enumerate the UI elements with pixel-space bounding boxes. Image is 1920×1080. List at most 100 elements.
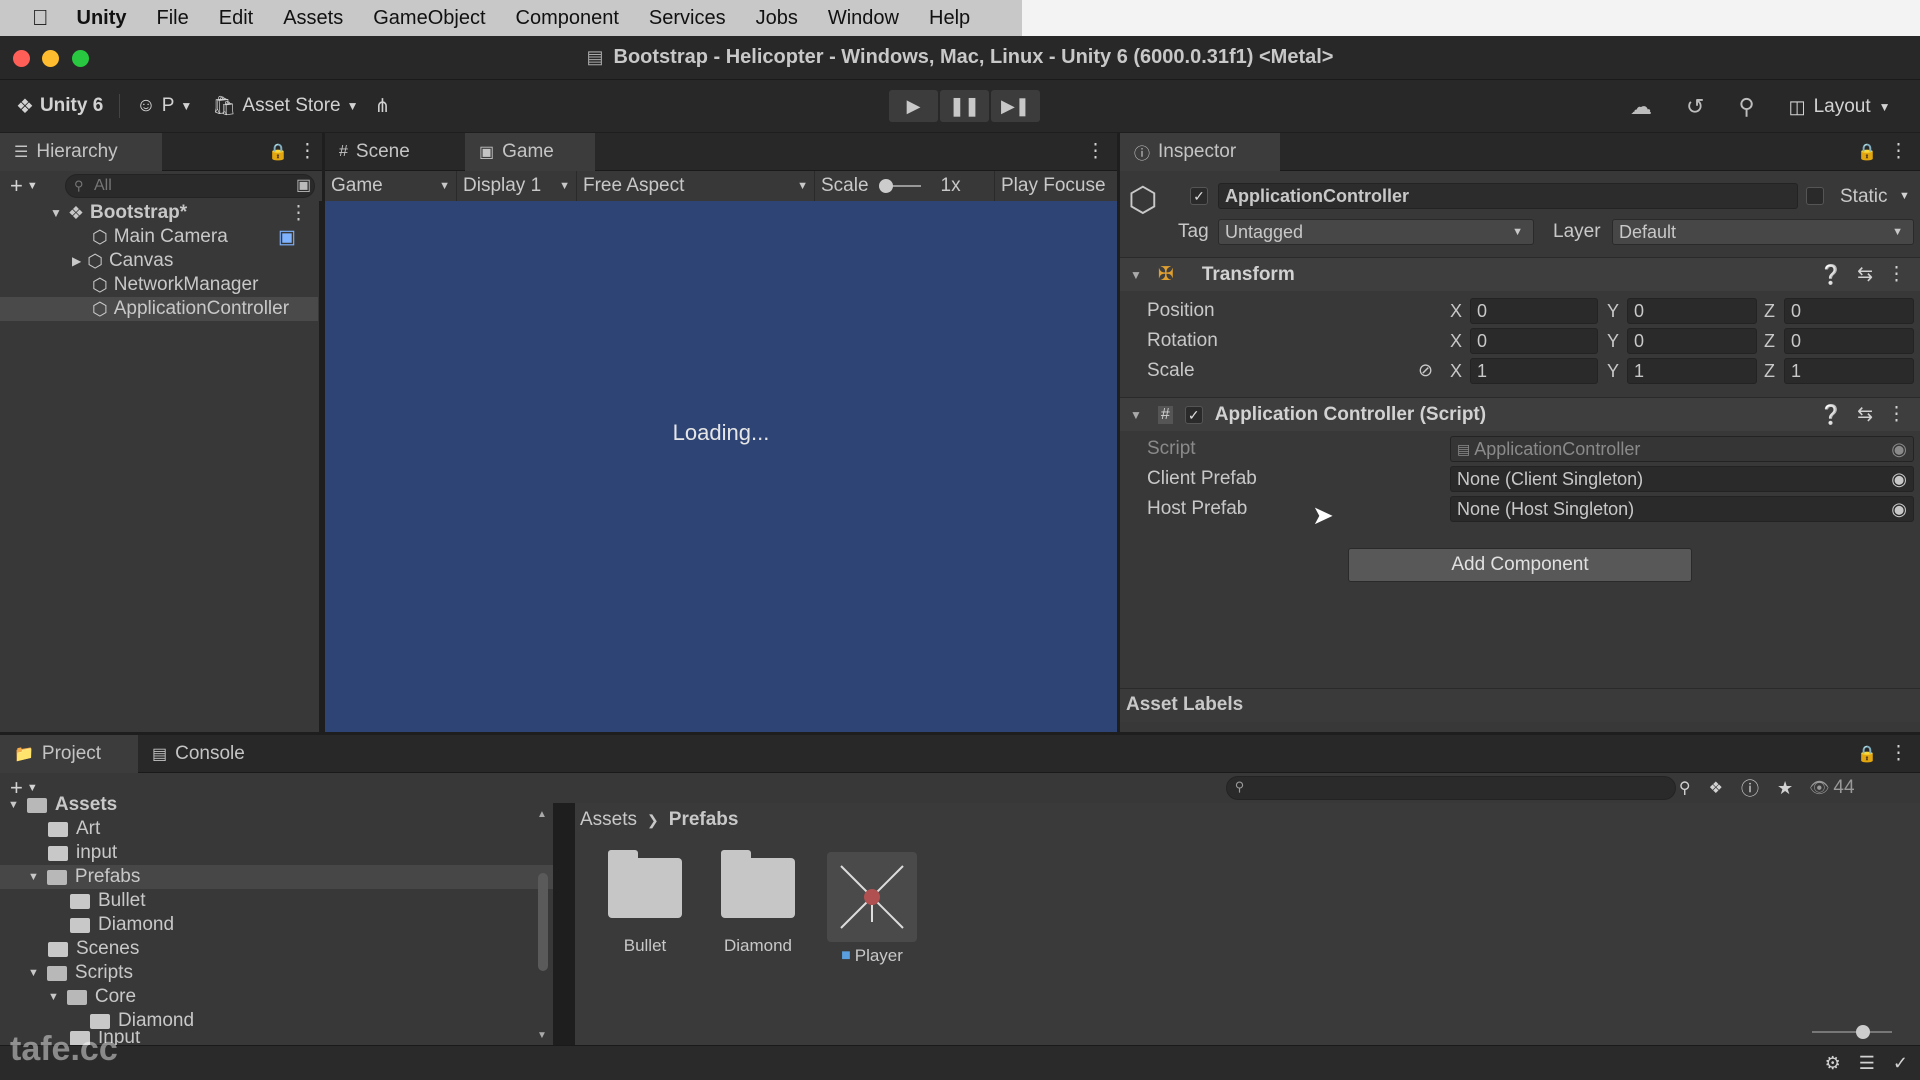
position-y-field[interactable]: 0 [1627,298,1757,324]
lock-icon[interactable]: 🔒 [1857,142,1877,162]
version-control-button[interactable]: ⋔ [367,89,399,123]
tree-item-selected[interactable]: ▼ Prefabs [0,865,553,889]
tree-item[interactable]: Bullet [0,889,553,913]
menu-window[interactable]: Window [828,7,899,30]
constrain-proportions-icon[interactable]: ⊘ [1418,360,1433,381]
debug-mode-icon[interactable]: ⚙ [1825,1053,1841,1074]
slider-handle[interactable] [878,179,893,193]
tree-item[interactable]: Scenes [0,937,553,961]
game-viewport[interactable]: Loading... [325,201,1117,732]
display-dropdown[interactable]: Display 1 ▼ [457,171,577,201]
rotation-x-field[interactable]: 0 [1470,328,1598,354]
asset-size-slider[interactable] [1812,1025,1892,1039]
close-window-button[interactable] [13,50,30,67]
tab-game[interactable]: ▣ Game [465,132,595,171]
position-z-field[interactable]: 0 [1784,298,1914,324]
project-search-input[interactable]: ⚲ [1225,776,1676,800]
client-prefab-field[interactable]: None (Client Singleton) ◉ [1450,466,1914,492]
tab-inspector[interactable]: ⓘ Inspector [1120,132,1280,171]
object-picker-icon[interactable]: ◉ [1891,497,1907,521]
play-button[interactable]: ▶ [889,90,938,122]
hierarchy-item[interactable]: ⬡ NetworkManager [0,273,318,297]
tree-item[interactable]: ▼ Assets [0,793,553,817]
script-component-header[interactable]: ▼ # ✓ Application Controller (Script) ❔ … [1120,397,1920,431]
menu-component[interactable]: Component [516,7,619,30]
help-icon[interactable]: ❔ [1819,263,1843,287]
position-x-field[interactable]: 0 [1470,298,1598,324]
menu-jobs[interactable]: Jobs [756,7,798,30]
kebab-menu-icon[interactable]: ⋮ [289,202,308,225]
history-icon[interactable]: ↺ [1686,94,1704,120]
static-checkbox[interactable] [1806,187,1824,205]
hidden-packages-icon[interactable]: 👁 [1809,778,1829,798]
tab-scene[interactable]: # Scene [325,133,461,171]
add-icon[interactable]: + [10,173,23,199]
help-icon[interactable]: ❔ [1819,403,1843,427]
breadcrumb-assets[interactable]: Assets [580,809,637,831]
lock-icon[interactable]: 🔒 [1857,744,1877,764]
tab-project[interactable]: 📁 Project [0,734,138,773]
presets-icon[interactable]: ⇆ [1857,403,1873,426]
scale-x-field[interactable]: 1 [1470,358,1598,384]
active-checkbox[interactable]: ✓ [1190,187,1208,205]
tab-console[interactable]: ▤ Console [138,735,268,773]
rotation-y-field[interactable]: 0 [1627,328,1757,354]
scrollbar-thumb[interactable] [538,873,548,971]
tag-dropdown[interactable]: Untagged ▼ [1218,219,1534,245]
object-name-field[interactable]: ApplicationController [1218,183,1798,209]
asset-store-dropdown[interactable]: 🛍 Asset Store ▼ [204,89,366,123]
scroll-down-icon[interactable]: ▼ [537,1030,547,1041]
chevron-right-icon[interactable]: ▶ [72,254,81,268]
filter-type-icon[interactable]: ⚲ [1679,778,1691,798]
menu-edit[interactable]: Edit [219,7,253,30]
chevron-down-icon[interactable]: ▼ [27,180,38,192]
view-mode-dropdown[interactable]: Game ▼ [325,171,457,201]
minimize-window-button[interactable] [42,50,59,67]
hierarchy-item[interactable]: ▶ ⬡ Canvas [0,249,318,273]
object-picker-icon[interactable]: ◉ [1891,467,1907,491]
asset-item[interactable]: Bullet [599,850,691,956]
asset-labels-section[interactable]: Asset Labels [1120,688,1920,722]
search-icon[interactable]: ⚲ [1738,94,1754,120]
tree-item[interactable]: input [0,841,553,865]
tree-item[interactable]: Art [0,817,553,841]
tab-hierarchy[interactable]: ☰ Hierarchy [0,132,162,171]
hierarchy-search-input[interactable]: ⚲ All [65,174,315,198]
favorite-icon[interactable]: ★ [1777,778,1793,799]
asset-item[interactable]: Diamond [712,850,804,956]
rotation-z-field[interactable]: 0 [1784,328,1914,354]
menu-unity[interactable]: Unity [77,7,127,30]
transform-header[interactable]: ▼ ✠ Transform ❔ ⇆ ⋮ [1120,257,1920,291]
aspect-dropdown[interactable]: Free Aspect ▼ [577,171,815,201]
cache-server-icon[interactable]: ☰ [1859,1053,1875,1074]
presets-icon[interactable]: ⇆ [1857,263,1873,286]
tree-item[interactable]: Diamond [0,913,553,937]
info-icon[interactable]: ⓘ [1741,775,1759,801]
kebab-menu-icon[interactable]: ⋮ [1889,742,1908,765]
kebab-menu-icon[interactable]: ⋮ [1887,263,1906,286]
kebab-menu-icon[interactable]: ⋮ [1086,140,1105,163]
cloud-icon[interactable]: ☁ [1630,94,1652,120]
menu-help[interactable]: Help [929,7,970,30]
script-enabled-checkbox[interactable]: ✓ [1184,405,1203,424]
apple-icon[interactable]:  [32,5,49,31]
asset-item[interactable]: ■ Player [826,852,918,966]
kebab-menu-icon[interactable]: ⋮ [1889,140,1908,163]
scene-visibility-icon[interactable]: ▣ [296,175,311,195]
scale-z-field[interactable]: 1 [1784,358,1914,384]
play-focused-dropdown[interactable]: Play Focuse [995,171,1105,201]
scale-slider[interactable] [878,179,921,193]
layout-dropdown[interactable]: ◫ Layout ▼ [1789,96,1891,118]
label-icon[interactable]: ❖ [1709,778,1723,798]
menu-services[interactable]: Services [649,7,726,30]
status-check-icon[interactable]: ✓ [1893,1053,1908,1074]
menu-file[interactable]: File [157,7,189,30]
step-button[interactable]: ▶❚ [991,90,1040,122]
breadcrumb-prefabs[interactable]: Prefabs [669,809,739,831]
tree-scrollbar[interactable]: ▲ ▼ [537,809,549,1041]
hierarchy-item[interactable]: ⬡ Main Camera ▣ [0,225,318,249]
pause-button[interactable]: ❚❚ [940,90,989,122]
kebab-menu-icon[interactable]: ⋮ [1887,403,1906,426]
unity-account-button[interactable]: ❖ Unity 6 [8,89,111,123]
chevron-down-icon[interactable]: ▼ [1899,190,1910,202]
